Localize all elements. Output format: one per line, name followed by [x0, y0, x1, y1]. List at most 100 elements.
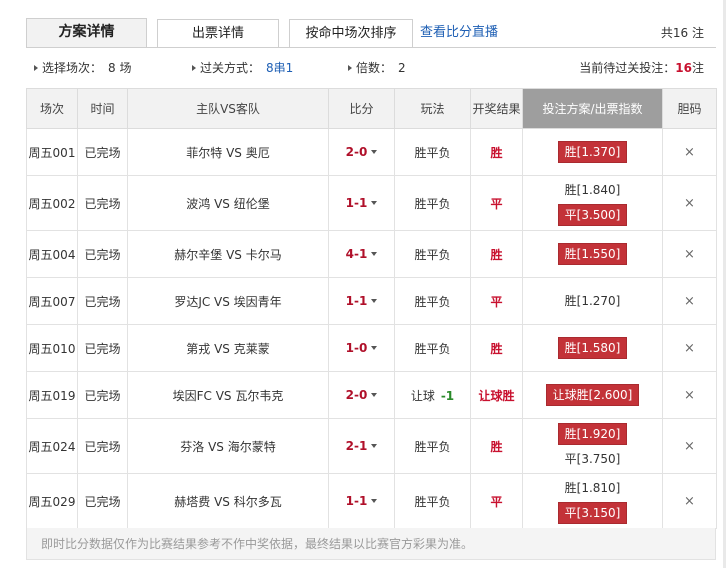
banker-mark: × [662, 418, 717, 474]
match-score: 1-1 [328, 175, 395, 231]
match-score: 1-0 [328, 324, 395, 372]
header-scheme: 投注方案/出票指数 [522, 88, 663, 129]
chevron-down-icon[interactable] [371, 150, 378, 154]
chevron-down-icon[interactable] [371, 201, 378, 205]
bet-picks: 胜[1.810] 平[3.150] [522, 473, 663, 529]
match-id: 周五001 [26, 128, 78, 176]
bet-picks: 胜[1.840] 平[3.500] [522, 175, 663, 231]
play-label: 胜平负 [414, 196, 451, 211]
score-value: 1-1 [345, 196, 368, 210]
match-teams: 菲尔特 VS 奥厄 [127, 128, 329, 176]
table-row: 周五010 已完场 第戎 VS 克莱蒙 1-0 胜平负 胜 胜[1.580] × [26, 324, 717, 372]
pass-type: 过关方式： 8串1 [192, 48, 293, 88]
selected-matches: 选择场次： 8 场 [34, 48, 131, 88]
play-type: 胜平负 [394, 418, 471, 474]
score-value: 2-0 [345, 388, 368, 402]
banker-mark: × [662, 277, 717, 325]
score-value: 2-1 [345, 439, 368, 453]
pick-hit: 胜[1.920] [557, 423, 628, 445]
header-banker: 胆码 [662, 88, 717, 129]
match-score: 1-1 [328, 473, 395, 529]
match-teams: 第戎 VS 克莱蒙 [127, 324, 329, 372]
table-row: 周五004 已完场 赫尔辛堡 VS 卡尔马 4-1 胜平负 胜 胜[1.550] × [26, 230, 717, 278]
header-play: 玩法 [394, 88, 471, 129]
handicap-value: -1 [440, 388, 455, 403]
play-label: 胜平负 [414, 294, 451, 309]
tab-sort-by-hits[interactable]: 按命中场次排序 [289, 19, 413, 47]
match-id: 周五024 [26, 418, 78, 474]
match-teams: 罗达JC VS 埃因青年 [127, 277, 329, 325]
table-row: 周五019 已完场 埃因FC VS 瓦尔韦克 2-0 让球 -1 让球胜 让球胜[2.600]… [26, 371, 717, 419]
pick-option: 平[3.750] [564, 452, 621, 466]
play-type: 胜平负 [394, 324, 471, 372]
banker-mark: × [662, 473, 717, 529]
draw-result: 胜 [470, 418, 523, 474]
banker-mark: × [662, 230, 717, 278]
tab-ticket-detail[interactable]: 出票详情 [157, 19, 279, 47]
chevron-down-icon[interactable] [371, 444, 378, 448]
table-row: 周五024 已完场 芬洛 VS 海尔蒙特 2-1 胜平负 胜 胜[1.920] 平[3.750… [26, 418, 717, 474]
tab-scheme-detail[interactable]: 方案详情 [26, 18, 147, 48]
match-status: 已完场 [77, 418, 128, 474]
pick-option: 胜[1.840] [564, 183, 621, 197]
match-status: 已完场 [77, 128, 128, 176]
disclaimer-note: 即时比分数据仅作为比赛结果参考不作中奖依据，最终结果以比赛官方彩果为准。 [26, 528, 716, 560]
play-type: 让球 -1 [394, 371, 471, 419]
chevron-down-icon[interactable] [371, 393, 378, 397]
pick-option: 胜[1.810] [564, 481, 621, 495]
match-id: 周五029 [26, 473, 78, 529]
total-bets: 共16 注 [660, 26, 704, 40]
banker-mark: × [662, 371, 717, 419]
score-value: 2-0 [345, 145, 368, 159]
chevron-down-icon[interactable] [371, 252, 378, 256]
match-id: 周五004 [26, 230, 78, 278]
match-teams: 赫塔费 VS 科尔多瓦 [127, 473, 329, 529]
match-table: 场次 时间 主队VS客队 比分 玩法 开奖结果 投注方案/出票指数 胆码 周五0… [26, 88, 717, 529]
scheme-info-bar: 选择场次： 8 场 过关方式： 8串1 倍数： 2 当前待过关投注：16注 [26, 48, 716, 88]
match-id: 周五002 [26, 175, 78, 231]
draw-result: 平 [470, 175, 523, 231]
play-type: 胜平负 [394, 277, 471, 325]
header-teams: 主队VS客队 [127, 88, 329, 129]
pick-hit: 让球胜[2.600] [545, 384, 640, 406]
play-label: 胜平负 [414, 439, 451, 454]
table-header-row: 场次 时间 主队VS客队 比分 玩法 开奖结果 投注方案/出票指数 胆码 [26, 88, 717, 129]
banker-mark: × [662, 175, 717, 231]
pick-hit: 胜[1.370] [557, 141, 628, 163]
draw-result: 让球胜 [470, 371, 523, 419]
match-id: 周五019 [26, 371, 78, 419]
match-status: 已完场 [77, 324, 128, 372]
table-row: 周五029 已完场 赫塔费 VS 科尔多瓦 1-1 胜平负 平 胜[1.810] 平[3.15… [26, 473, 717, 529]
triangle-right-icon [192, 65, 196, 71]
match-id: 周五010 [26, 324, 78, 372]
play-type: 胜平负 [394, 230, 471, 278]
match-teams: 埃因FC VS 瓦尔韦克 [127, 371, 329, 419]
play-type: 胜平负 [394, 128, 471, 176]
score-value: 1-1 [345, 294, 368, 308]
bet-picks: 胜[1.580] [522, 324, 663, 372]
match-status: 已完场 [77, 175, 128, 231]
match-status: 已完场 [77, 230, 128, 278]
pick-hit: 胜[1.550] [557, 243, 628, 265]
chevron-down-icon[interactable] [371, 299, 378, 303]
score-value: 4-1 [345, 247, 368, 261]
chevron-down-icon[interactable] [371, 499, 378, 503]
play-label: 让球 [410, 388, 435, 403]
tab-bar: 方案详情 出票详情 按命中场次排序 查看比分直播 共16 注 [26, 18, 716, 49]
play-label: 胜平负 [414, 145, 451, 160]
play-type: 胜平负 [394, 175, 471, 231]
match-teams: 赫尔辛堡 VS 卡尔马 [127, 230, 329, 278]
draw-result: 平 [470, 473, 523, 529]
match-teams: 波鸿 VS 纽伦堡 [127, 175, 329, 231]
bet-picks: 胜[1.270] [522, 277, 663, 325]
live-score-link[interactable]: 查看比分直播 [420, 19, 498, 47]
draw-result: 胜 [470, 128, 523, 176]
play-label: 胜平负 [414, 247, 451, 262]
bet-picks: 让球胜[2.600] [522, 371, 663, 419]
triangle-right-icon [348, 65, 352, 71]
header-match: 场次 [26, 88, 78, 129]
pick-hit: 平[3.500] [557, 204, 628, 226]
bet-picks: 胜[1.370] [522, 128, 663, 176]
chevron-down-icon[interactable] [371, 346, 378, 350]
table-row: 周五001 已完场 菲尔特 VS 奥厄 2-0 胜平负 胜 胜[1.370] × [26, 128, 717, 176]
